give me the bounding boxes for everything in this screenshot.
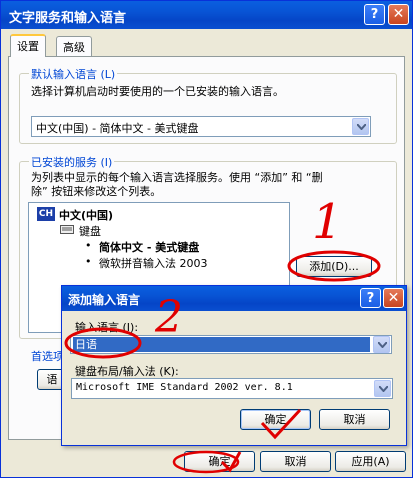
tree-item[interactable]: 微软拼音输入法 2003 [99, 255, 208, 271]
default-language-description: 选择计算机启动时要使用的一个已安装的输入语言。 [31, 85, 284, 98]
ok-button[interactable]: 确定 [184, 451, 255, 472]
preferences-label: 首选项 [31, 350, 64, 363]
keyboard-layout-select[interactable]: Microsoft IME Standard 2002 ver. 8.1 [71, 378, 393, 399]
default-language-value: 中文(中国) - 简体中文 - 美式键盘 [36, 122, 199, 135]
dialog-title: 添加输入语言 [68, 293, 141, 307]
tab-advanced[interactable]: 高级 [56, 36, 92, 56]
dialog-cancel-button[interactable]: 取消 [319, 409, 390, 430]
add-button[interactable]: 添加(D)... [296, 256, 372, 277]
installed-services-label: 已安装的服务 (I) [29, 154, 115, 170]
input-language-value: 日语 [73, 337, 370, 352]
close-button[interactable]: ✕ [383, 288, 404, 308]
input-language-select[interactable]: 日语 [70, 335, 392, 354]
bullet-icon: • [85, 239, 92, 252]
help-button[interactable]: ? [364, 4, 385, 25]
default-language-label: 默认输入语言 (L) [29, 66, 118, 82]
bullet-icon: • [85, 255, 92, 268]
apply-button[interactable]: 应用(A) [335, 451, 406, 472]
dialog-title-bar[interactable]: 添加输入语言 ? ✕ [62, 286, 406, 311]
keyboard-layout-label: 键盘布局/输入法 (K): [75, 365, 179, 378]
dialog-ok-button[interactable]: 确定 [240, 409, 311, 430]
cancel-button[interactable]: 取消 [260, 451, 331, 472]
add-input-language-dialog: 添加输入语言 ? ✕ 输入语言 (I): 键盘布局/输入法 (K): Micro… [61, 285, 407, 446]
tree-language[interactable]: 中文(中国) [59, 207, 113, 223]
input-language-label: 输入语言 (I): [75, 321, 139, 334]
keyboard-layout-value: Microsoft IME Standard 2002 ver. 8.1 [76, 382, 293, 393]
chevron-down-icon[interactable] [374, 380, 391, 397]
tree-category-keyboard: 键盘 [79, 225, 101, 238]
title-bar[interactable]: 文字服务和输入语言 ? ✕ [1, 1, 412, 29]
default-language-select[interactable]: 中文(中国) - 简体中文 - 美式键盘 [31, 116, 371, 137]
installed-services-description-2: 除” 按钮来修改这个列表。 [31, 185, 162, 198]
close-button[interactable]: ✕ [388, 4, 409, 25]
tree-item[interactable]: 简体中文 - 美式键盘 [99, 239, 199, 255]
window-title: 文字服务和输入语言 [9, 11, 127, 26]
chevron-down-icon[interactable] [352, 118, 369, 135]
language-badge-icon: CH [37, 207, 55, 221]
keyboard-icon [60, 225, 74, 234]
tab-settings[interactable]: 设置 [10, 34, 46, 57]
help-button[interactable]: ? [360, 288, 381, 308]
chevron-down-icon[interactable] [373, 336, 390, 353]
